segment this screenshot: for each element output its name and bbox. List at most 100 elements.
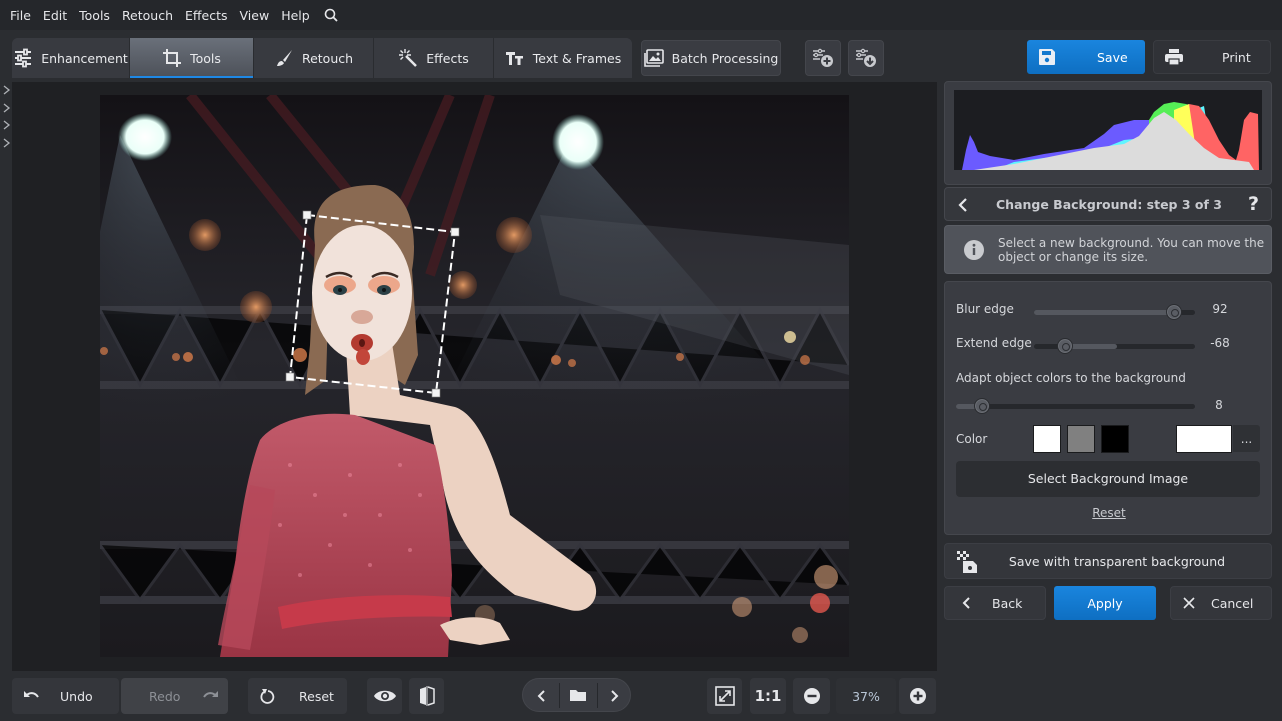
cancel-label: Cancel [1211, 595, 1254, 611]
print-button[interactable]: Print [1153, 40, 1271, 74]
zoom-level-field[interactable]: 37% [836, 678, 896, 714]
tab-label: Tools [190, 50, 221, 66]
info-icon [964, 240, 984, 260]
slider-knob[interactable] [974, 398, 990, 414]
help-button[interactable]: ? [1248, 193, 1259, 215]
chevron-right-icon[interactable] [3, 103, 11, 113]
back-label: Back [992, 595, 1023, 611]
floppy-disk-icon [1039, 49, 1055, 65]
select-background-image-button[interactable]: Select Background Image [956, 461, 1260, 497]
swatch-black[interactable] [1101, 425, 1129, 453]
menu-edit[interactable]: Edit [43, 8, 67, 23]
reset-label: Reset [299, 688, 334, 704]
close-icon [1183, 597, 1195, 609]
blur-edge-label: Blur edge [956, 302, 1014, 316]
slider-knob[interactable] [1057, 338, 1073, 354]
tab-label: Text & Frames [532, 50, 622, 66]
compare-icon [419, 686, 435, 706]
apply-button[interactable]: Apply [1054, 586, 1156, 620]
save-button[interactable]: Save [1027, 40, 1145, 74]
redo-button[interactable]: Redo [121, 678, 228, 714]
undo-label: Undo [60, 688, 93, 704]
histogram-chart [954, 90, 1262, 170]
download-preset-button[interactable] [848, 40, 884, 76]
photo-preview[interactable] [100, 95, 849, 657]
info-text-line1: Select a new background. You can move th… [998, 236, 1265, 250]
chevron-right-icon[interactable] [3, 138, 11, 148]
adapt-colors-label: Adapt object colors to the background [956, 371, 1186, 385]
menu-view[interactable]: View [240, 8, 270, 23]
left-collapsed-panels [0, 80, 12, 675]
info-box: Select a new background. You can move th… [944, 225, 1272, 274]
swatch-gray[interactable] [1067, 425, 1095, 453]
fit-screen-icon [714, 686, 735, 706]
swatch-white[interactable] [1033, 425, 1061, 453]
add-preset-button[interactable] [805, 40, 841, 76]
tab-tools[interactable]: Tools [130, 38, 254, 78]
reset-icon [260, 689, 275, 704]
tab-effects[interactable]: Effects [374, 38, 494, 78]
reset-link[interactable]: Reset [945, 506, 1273, 520]
bottom-toolbar: Undo Redo Reset 1:1 37% [0, 671, 940, 721]
menu-help[interactable]: Help [281, 8, 310, 23]
save-transparent-label: Save with transparent background [1008, 554, 1226, 569]
resize-handle[interactable] [302, 210, 312, 220]
save-label: Save [1097, 49, 1128, 65]
tab-enhancement[interactable]: Enhancement [12, 38, 130, 78]
batch-processing-label: Batch Processing [671, 50, 779, 66]
adapt-colors-value: 8 [1215, 398, 1223, 412]
tab-label: Enhancement [41, 50, 128, 66]
resize-handle[interactable] [450, 227, 460, 237]
cancel-button[interactable]: Cancel [1170, 586, 1272, 620]
add-preset-icon [813, 48, 833, 67]
resize-handle[interactable] [285, 372, 295, 382]
search-icon[interactable] [324, 8, 338, 22]
undo-button[interactable]: Undo [12, 678, 119, 714]
custom-color-swatch[interactable] [1176, 425, 1232, 453]
tab-label: Retouch [301, 50, 354, 66]
slider-knob[interactable] [1166, 304, 1182, 320]
print-label: Print [1222, 49, 1251, 65]
menu-tools[interactable]: Tools [79, 8, 110, 23]
more-colors-button[interactable]: ... [1233, 425, 1260, 452]
menu-file[interactable]: File [10, 8, 31, 23]
sliders-icon [15, 48, 32, 68]
chevron-right-icon[interactable] [3, 85, 11, 95]
tab-text-frames[interactable]: Text & Frames [494, 38, 632, 78]
zoom-out-icon [803, 688, 820, 704]
zoom-out-button[interactable] [793, 678, 830, 714]
text-icon [505, 52, 523, 65]
reset-button[interactable]: Reset [248, 678, 347, 714]
zoom-in-icon [909, 688, 926, 704]
actual-size-button[interactable]: 1:1 [750, 678, 786, 714]
resize-handle[interactable] [431, 388, 441, 398]
wizard-header: Change Background: step 3 of 3 ? [944, 187, 1272, 221]
printer-icon [1165, 49, 1183, 66]
next-image-icon[interactable] [609, 690, 619, 702]
histogram-panel [944, 81, 1272, 185]
folder-icon[interactable] [569, 688, 587, 702]
batch-processing-button[interactable]: Batch Processing [641, 40, 781, 76]
save-transparent-button[interactable]: Save with transparent background [944, 543, 1272, 579]
extend-edge-label: Extend edge [956, 336, 1032, 350]
back-button[interactable]: Back [944, 586, 1046, 620]
images-icon [643, 49, 664, 67]
redo-label: Redo [149, 688, 181, 704]
wizard-title: Change Background: step 3 of 3 [996, 197, 1222, 212]
chevron-right-icon[interactable] [3, 120, 11, 130]
preview-toggle-button[interactable] [367, 678, 402, 714]
color-label: Color [956, 432, 988, 446]
previous-image-icon[interactable] [537, 690, 547, 702]
tab-retouch[interactable]: Retouch [254, 38, 374, 78]
info-text-line2: object or change its size. [998, 250, 1149, 264]
image-navigator [522, 678, 631, 712]
toolbar: Enhancement Tools Retouch Effects Text &… [0, 30, 1282, 80]
menu-retouch[interactable]: Retouch [122, 8, 173, 23]
zoom-in-button[interactable] [899, 678, 936, 714]
extend-edge-value: -68 [1210, 336, 1230, 350]
menu-effects[interactable]: Effects [185, 8, 228, 23]
crop-icon [163, 49, 182, 67]
fit-to-screen-button[interactable] [707, 678, 742, 714]
undo-icon [24, 691, 39, 698]
compare-button[interactable] [409, 678, 444, 714]
